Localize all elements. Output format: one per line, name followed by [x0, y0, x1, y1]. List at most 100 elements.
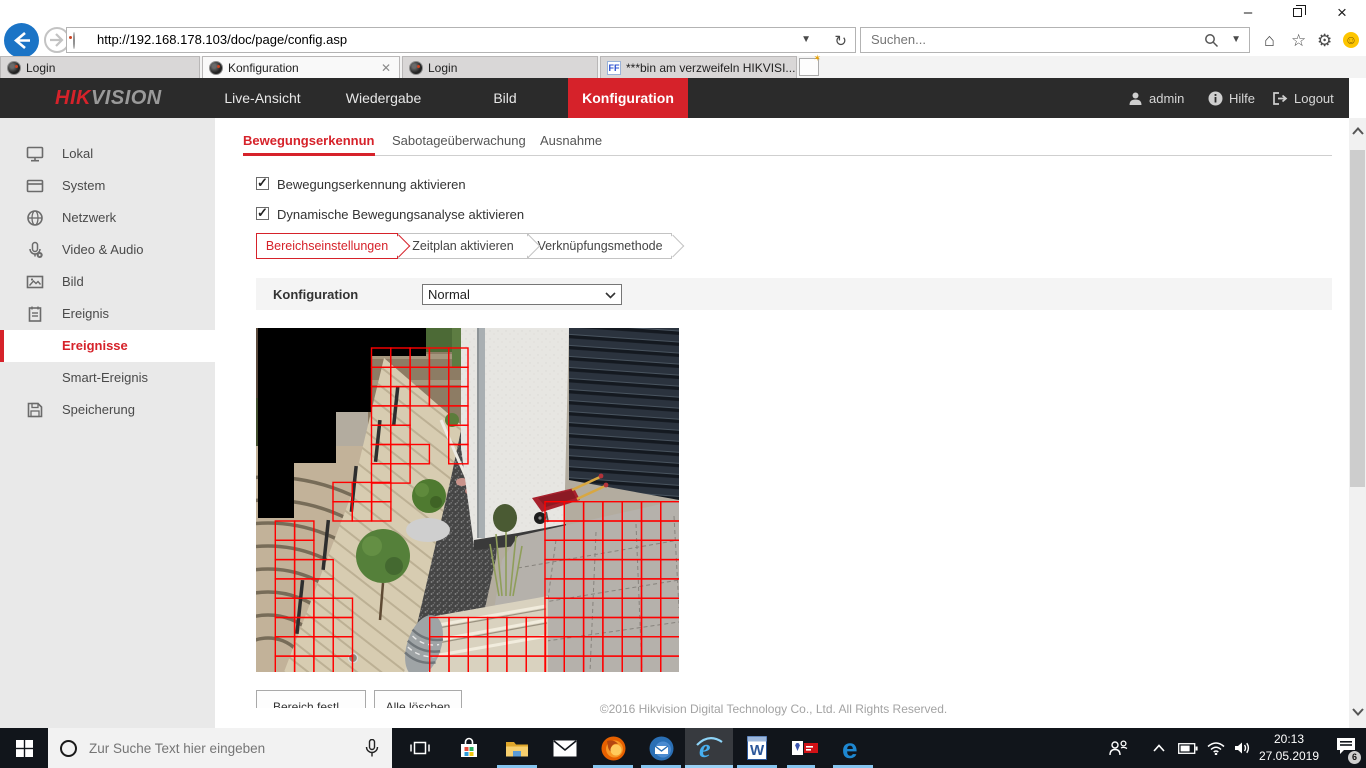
nav-konfiguration[interactable]: Konfiguration: [568, 78, 688, 118]
window-titlebar: – ×: [0, 0, 1366, 25]
tab-ausnahme[interactable]: Ausnahme: [540, 133, 602, 153]
active-tab-underline: [243, 153, 375, 156]
home-icon[interactable]: ⌂: [1264, 30, 1275, 51]
configuration-select[interactable]: Normal: [422, 284, 622, 305]
taskbar-file-explorer[interactable]: [493, 728, 541, 768]
logout-icon: [1272, 91, 1288, 106]
back-button[interactable]: [4, 23, 39, 58]
sidebar-label: Ereignis: [62, 298, 109, 330]
chevron-up-icon: [1153, 744, 1165, 752]
nav-live-ansicht[interactable]: Live-Ansicht: [205, 78, 320, 118]
task-view-button[interactable]: [396, 728, 444, 768]
tab-divider: [243, 155, 1332, 156]
browser-tab-konfiguration[interactable]: Konfiguration ✕: [202, 56, 400, 78]
notification-badge: 6: [1348, 751, 1361, 764]
feedback-smiley-icon[interactable]: ☺: [1343, 32, 1359, 48]
help-label: Hilfe: [1229, 91, 1255, 106]
browser-search-input[interactable]: [869, 31, 1169, 48]
tab-title: Konfiguration: [228, 61, 299, 75]
dynamic-analysis-checkbox[interactable]: [256, 207, 269, 220]
battery-icon: [1178, 743, 1198, 754]
scroll-down-icon[interactable]: [1352, 708, 1364, 716]
motion-detection-checkbox[interactable]: [256, 177, 269, 190]
settings-gear-icon[interactable]: ⚙: [1317, 31, 1332, 51]
taskbar-edge[interactable]: e: [829, 728, 877, 768]
taskbar-red-app[interactable]: [781, 728, 829, 768]
sidebar-item-ereignisse[interactable]: Ereignisse: [0, 330, 215, 362]
microphone-icon[interactable]: [365, 739, 379, 758]
thunderbird-icon: [649, 736, 674, 761]
browser-tab-login-1[interactable]: Login: [0, 56, 200, 78]
sidebar-label: Speicherung: [62, 394, 135, 426]
taskbar-internet-explorer[interactable]: e: [685, 728, 733, 768]
taskbar-search[interactable]: [48, 728, 392, 768]
sidebar-item-ereignis[interactable]: Ereignis: [0, 298, 215, 330]
tab-favicon-icon: [7, 61, 21, 75]
minimize-button[interactable]: –: [1232, 4, 1264, 22]
tab-sabotageueberwachung[interactable]: Sabotageüberwachung: [392, 133, 526, 153]
search-icon[interactable]: [1204, 33, 1219, 48]
scrollbar-thumb[interactable]: [1350, 150, 1365, 487]
forward-arrow-icon: [46, 29, 68, 51]
sidebar-item-video-audio[interactable]: Video & Audio: [0, 234, 215, 266]
browser-tab-login-2[interactable]: Login: [402, 56, 598, 78]
red-app-icon: [792, 741, 818, 755]
tab-favicon-icon: [409, 61, 423, 75]
taskbar-firefox[interactable]: [589, 728, 637, 768]
configuration-selected-value: Normal: [428, 287, 470, 302]
tab-close-icon[interactable]: ✕: [381, 61, 391, 75]
url-input[interactable]: [95, 31, 835, 48]
close-button[interactable]: ×: [1326, 4, 1358, 22]
taskbar-store[interactable]: [445, 728, 493, 768]
sidebar-item-bild[interactable]: Bild: [0, 266, 215, 298]
favorites-star-icon[interactable]: ☆: [1291, 31, 1306, 51]
svg-text:W: W: [750, 742, 765, 759]
restore-button[interactable]: [1293, 8, 1302, 17]
sidebar-item-speicherung[interactable]: Speicherung: [0, 394, 215, 426]
tab-bewegungserkennung[interactable]: Bewegungserkennun: [243, 133, 374, 153]
refresh-icon[interactable]: ↻: [834, 32, 847, 50]
taskbar-search-input[interactable]: [87, 740, 337, 757]
tray-people[interactable]: [1100, 728, 1138, 768]
tray-volume[interactable]: [1226, 728, 1258, 768]
dynamic-analysis-label: Dynamische Bewegungsanalyse aktivieren: [277, 207, 524, 222]
action-center[interactable]: 6: [1326, 728, 1366, 768]
address-bar[interactable]: ▼ ↻: [66, 27, 856, 53]
user-menu[interactable]: admin: [1128, 78, 1184, 118]
scroll-up-icon[interactable]: [1352, 127, 1364, 135]
sidebar-label: Netzwerk: [62, 202, 116, 234]
new-tab-button[interactable]: [799, 58, 819, 76]
event-notepad-icon: [26, 305, 44, 323]
url-dropdown-icon[interactable]: ▼: [801, 34, 811, 45]
chevron-down-icon: [605, 292, 616, 299]
subtab-bereichseinstellungen[interactable]: Bereichseinstellungen: [256, 233, 398, 259]
logout-button[interactable]: Logout: [1272, 78, 1334, 118]
subtab-zeitplan[interactable]: Zeitplan aktivieren: [398, 233, 528, 259]
screen: – × ▼ ↻ ▼ ⌂ ☆ ⚙ ☺ Log: [0, 0, 1366, 768]
tray-show-hidden[interactable]: [1142, 728, 1176, 768]
back-arrow-icon: [4, 23, 39, 58]
sidebar-item-system[interactable]: System: [0, 170, 215, 202]
app-header: HIKVISION Live-Ansicht Wiedergabe Bild K…: [0, 78, 1349, 118]
hikvision-logo: HIKVISION: [55, 87, 162, 110]
sidebar-item-lokal[interactable]: Lokal: [0, 138, 215, 170]
taskbar-word[interactable]: W: [733, 728, 781, 768]
sidebar-item-smart-ereignis[interactable]: Smart-Ereignis: [0, 362, 215, 394]
taskbar-thunderbird[interactable]: [637, 728, 685, 768]
start-button[interactable]: [0, 728, 48, 768]
search-dropdown-icon[interactable]: ▼: [1231, 34, 1241, 45]
subtab-verknuepfungsmethode[interactable]: Verknüpfungsmethode: [528, 233, 672, 259]
taskbar-mail[interactable]: [541, 728, 589, 768]
sidebar-label: Smart-Ereignis: [62, 362, 148, 394]
sidebar-item-netzwerk[interactable]: Netzwerk: [0, 202, 215, 234]
windows-logo-icon: [16, 740, 33, 757]
taskbar-clock[interactable]: 20:13 27.05.2019: [1256, 731, 1322, 765]
help-button[interactable]: Hilfe: [1208, 78, 1255, 118]
browser-tabbar: Login Konfiguration ✕ Login FF ***bin am…: [0, 56, 1366, 78]
nav-bild[interactable]: Bild: [460, 78, 550, 118]
camera-preview[interactable]: [256, 328, 679, 672]
browser-search-box[interactable]: ▼: [860, 27, 1250, 53]
browser-tab-forum[interactable]: FF ***bin am verzweifeln HIKVISI...: [600, 56, 797, 78]
nav-wiedergabe[interactable]: Wiedergabe: [330, 78, 437, 118]
system-window-icon: [26, 177, 44, 195]
